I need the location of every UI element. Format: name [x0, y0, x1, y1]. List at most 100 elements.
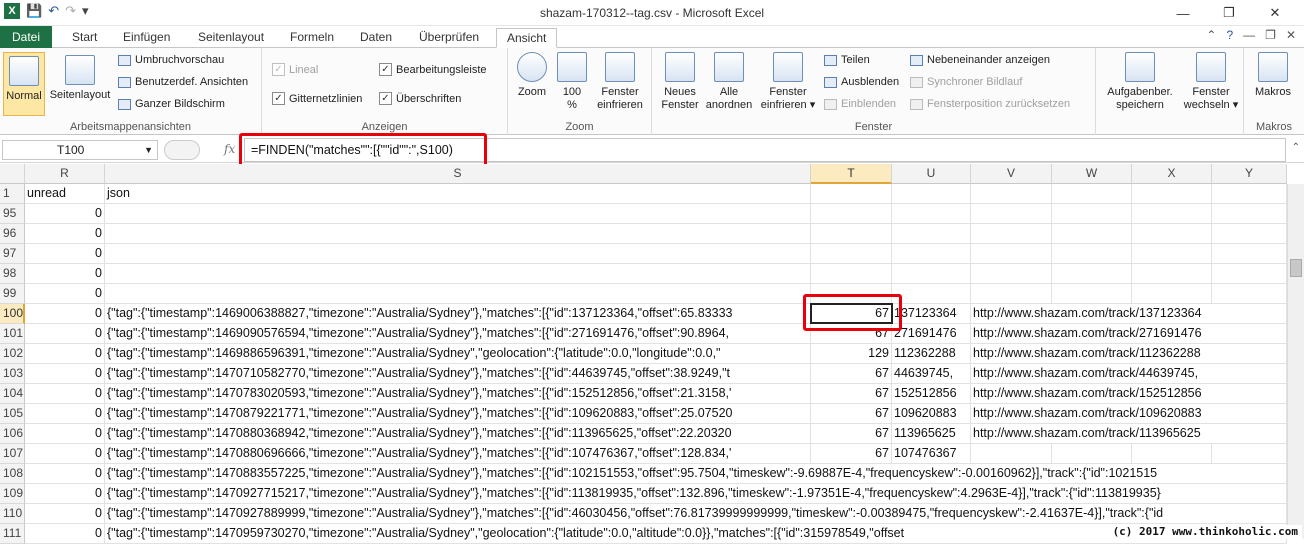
cell-U[interactable]: 152512856	[892, 384, 971, 404]
tab-ueberpruefen[interactable]: Überprüfen	[409, 28, 489, 48]
cell-U[interactable]: 109620883	[892, 404, 971, 424]
hide-button[interactable]: Ausblenden	[824, 76, 899, 88]
cell-X[interactable]	[1132, 244, 1212, 264]
cell-R[interactable]: 0	[25, 264, 105, 284]
cell-U[interactable]	[892, 204, 971, 224]
cell-T[interactable]: 67	[811, 404, 892, 424]
cell-Y[interactable]	[1212, 444, 1287, 464]
row-header[interactable]: 1	[0, 184, 25, 204]
row-header[interactable]: 101	[0, 324, 25, 344]
cell-V[interactable]: http://www.shazam.com/track/152512856	[971, 384, 1287, 404]
cell-X1[interactable]	[1132, 184, 1212, 204]
cell-Y1[interactable]	[1212, 184, 1287, 204]
vertical-scrollbar[interactable]	[1287, 184, 1304, 539]
row-header[interactable]: 106	[0, 424, 25, 444]
cell-R[interactable]: 0	[25, 304, 105, 324]
column-header-S[interactable]: S	[105, 164, 811, 184]
cell-Y[interactable]	[1212, 264, 1287, 284]
cell-R[interactable]: 0	[25, 524, 105, 544]
cell-W[interactable]	[1052, 444, 1132, 464]
select-all-corner[interactable]	[0, 164, 25, 184]
close-button[interactable]: ✕	[1252, 2, 1298, 24]
cell-S[interactable]	[105, 244, 811, 264]
cell-W[interactable]	[1052, 284, 1132, 304]
expand-formula-icon[interactable]: ⌃	[1292, 142, 1300, 153]
row-header[interactable]: 108	[0, 464, 25, 484]
tab-datei[interactable]: Datei	[0, 26, 52, 48]
column-header-W[interactable]: W	[1052, 164, 1132, 184]
cell-U[interactable]: 271691476	[892, 324, 971, 344]
cell-S[interactable]: {"tag":{"timestamp":1469006388827,"timez…	[105, 304, 811, 324]
doc-minimize-icon[interactable]: —	[1243, 28, 1255, 42]
cell-S[interactable]: {"tag":{"timestamp":1470927715217,"timez…	[105, 484, 1287, 504]
cell-S[interactable]: {"tag":{"timestamp":1469090576594,"timez…	[105, 324, 811, 344]
cell-U[interactable]	[892, 224, 971, 244]
cell-V[interactable]	[971, 244, 1052, 264]
cell-V[interactable]: http://www.shazam.com/track/113965625	[971, 424, 1287, 444]
cell-S[interactable]: {"tag":{"timestamp":1470883557225,"timez…	[105, 464, 1287, 484]
cell-X[interactable]	[1132, 264, 1212, 284]
page-break-preview-button[interactable]: Umbruchvorschau	[118, 54, 224, 66]
cell-V[interactable]	[971, 284, 1052, 304]
tab-formeln[interactable]: Formeln	[280, 28, 344, 48]
cell-R[interactable]: 0	[25, 364, 105, 384]
cell-S[interactable]: {"tag":{"timestamp":1470879221771,"timez…	[105, 404, 811, 424]
cell-U[interactable]	[892, 244, 971, 264]
cell-Y[interactable]	[1212, 244, 1287, 264]
cell-U[interactable]: 44639745,	[892, 364, 971, 384]
cell-R[interactable]: 0	[25, 244, 105, 264]
doc-restore-icon[interactable]: ❐	[1265, 28, 1276, 42]
cell-S[interactable]: {"tag":{"timestamp":1470880696666,"timez…	[105, 444, 811, 464]
cell-X[interactable]	[1132, 224, 1212, 244]
cell-W[interactable]	[1052, 264, 1132, 284]
cell-R[interactable]: 0	[25, 484, 105, 504]
zoom-to-selection-button[interactable]: Fenster einfrieren	[594, 52, 646, 112]
tab-daten[interactable]: Daten	[350, 28, 402, 48]
row-header[interactable]: 99	[0, 284, 25, 304]
cell-U[interactable]: 107476367	[892, 444, 971, 464]
cell-T[interactable]	[811, 284, 892, 304]
cell-T[interactable]: 67	[811, 424, 892, 444]
cell-R[interactable]: 0	[25, 324, 105, 344]
cell-V[interactable]: http://www.shazam.com/track/112362288	[971, 344, 1287, 364]
fx-icon[interactable]: fx	[224, 142, 235, 156]
cell-R[interactable]: 0	[25, 284, 105, 304]
freeze-panes-button[interactable]: Fenster einfrieren ▾	[756, 52, 820, 112]
cell-V[interactable]: http://www.shazam.com/track/137123364	[971, 304, 1287, 324]
row-header[interactable]: 110	[0, 504, 25, 524]
doc-close-icon[interactable]: ✕	[1286, 28, 1296, 42]
cell-X[interactable]	[1132, 284, 1212, 304]
cell-U1[interactable]	[892, 184, 971, 204]
row-header[interactable]: 98	[0, 264, 25, 284]
row-header[interactable]: 100	[0, 304, 25, 324]
column-header-Y[interactable]: Y	[1212, 164, 1287, 184]
expand-toggle[interactable]	[164, 140, 200, 160]
tab-einfuegen[interactable]: Einfügen	[113, 28, 180, 48]
cell-R[interactable]: 0	[25, 424, 105, 444]
formula-input[interactable]: =FINDEN("matches"":[{""id"":",S100)	[244, 138, 1286, 162]
switch-windows-button[interactable]: Fenster wechseln ▾	[1182, 52, 1240, 112]
scrollbar-thumb[interactable]	[1290, 259, 1302, 277]
cell-X[interactable]	[1132, 204, 1212, 224]
full-screen-button[interactable]: Ganzer Bildschirm	[118, 98, 225, 110]
row-header[interactable]: 109	[0, 484, 25, 504]
help-icon[interactable]: ?	[1226, 28, 1233, 42]
ribbon-minimize-icon[interactable]: ⌃	[1206, 28, 1216, 42]
cell-U[interactable]	[892, 264, 971, 284]
cell-T[interactable]: 67	[811, 384, 892, 404]
new-window-button[interactable]: Neues Fenster	[656, 52, 704, 112]
cell-V[interactable]	[971, 444, 1052, 464]
cell-T[interactable]	[811, 244, 892, 264]
ruler-checkbox[interactable]: ✓ Lineal	[272, 63, 318, 76]
cell-W1[interactable]	[1052, 184, 1132, 204]
column-header-V[interactable]: V	[971, 164, 1052, 184]
cell-S[interactable]: {"tag":{"timestamp":1470880368942,"timez…	[105, 424, 811, 444]
cell-U[interactable]: 112362288	[892, 344, 971, 364]
tab-ansicht[interactable]: Ansicht	[496, 28, 558, 48]
gridlines-checkbox[interactable]: ✓ Gitternetzlinien	[272, 92, 362, 105]
column-header-U[interactable]: U	[892, 164, 971, 184]
minimize-button[interactable]: —	[1160, 2, 1206, 24]
cell-V1[interactable]	[971, 184, 1052, 204]
cell-R[interactable]: 0	[25, 344, 105, 364]
reset-window-position-button[interactable]: Fensterposition zurücksetzen	[910, 98, 1070, 110]
